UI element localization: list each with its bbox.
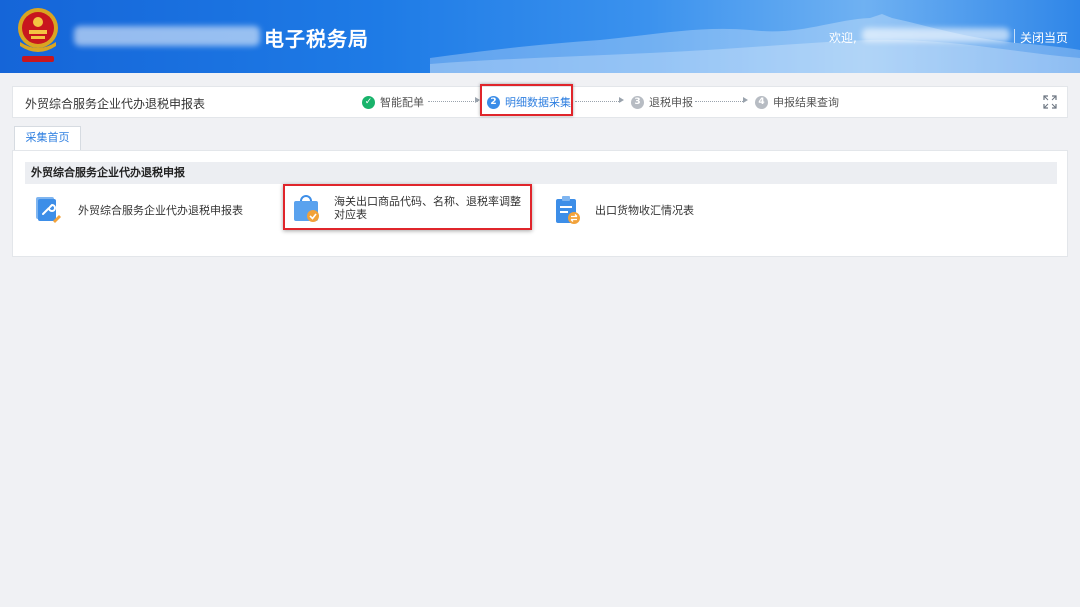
step-connector: [575, 101, 621, 102]
header-divider: [1014, 29, 1015, 43]
wizard-bar: 外贸综合服务企业代办退税申报表 ✓ 智能配单 2 明细数据采集 3 退税申报 4…: [12, 84, 1068, 118]
tab-collection-home[interactable]: 采集首页: [14, 126, 81, 151]
clipboard-exchange-icon: [556, 196, 580, 224]
step-number-badge: 3: [631, 95, 644, 109]
menu-item-label: 外贸综合服务企业代办退税申报表: [78, 203, 243, 217]
step-tax-refund-declaration[interactable]: 3 退税申报: [631, 94, 693, 110]
step-label: 申报结果查询: [773, 96, 839, 109]
step-smart-matching[interactable]: ✓ 智能配单: [362, 94, 424, 110]
menu-item-export-collection-status[interactable]: 出口货物收汇情况表: [553, 195, 694, 225]
national-emblem-logo: [18, 8, 58, 62]
menu-item-refund-declaration-form[interactable]: 外贸综合服务企业代办退税申报表: [34, 195, 243, 225]
step-arrow-icon: [743, 97, 748, 103]
step-number-badge: 4: [755, 95, 768, 109]
step-connector: [695, 101, 743, 102]
step-label: 智能配单: [380, 96, 424, 109]
menu-item-label: 出口货物收汇情况表: [595, 203, 694, 217]
tax-bureau-name-redacted: [74, 26, 260, 46]
step-label: 退税申报: [649, 96, 693, 109]
user-name-redacted: [862, 28, 1010, 42]
section-title: 外贸综合服务企业代办退税申报: [25, 162, 1057, 184]
document-wrench-icon: [36, 197, 61, 223]
check-icon: ✓: [362, 95, 375, 109]
app-header: 电子税务局 欢迎, 关闭当页: [0, 0, 1080, 73]
step-connector: [428, 101, 478, 102]
welcome-label: 欢迎,: [829, 31, 857, 45]
step-result-query[interactable]: 4 申报结果查询: [755, 94, 839, 110]
step-arrow-icon: [619, 97, 624, 103]
highlight-box-item: [283, 184, 532, 230]
highlight-box-step: [480, 84, 573, 116]
content-panel: 外贸综合服务企业代办退税申报 外贸综合服务企业代办退税申报表 海关出口商品代码、…: [12, 150, 1068, 257]
close-page-button[interactable]: 关闭当页: [1020, 29, 1068, 46]
app-title: 电子税务局: [264, 27, 369, 51]
fullscreen-icon[interactable]: [1043, 95, 1057, 109]
form-title: 外贸综合服务企业代办退税申报表: [25, 97, 206, 111]
